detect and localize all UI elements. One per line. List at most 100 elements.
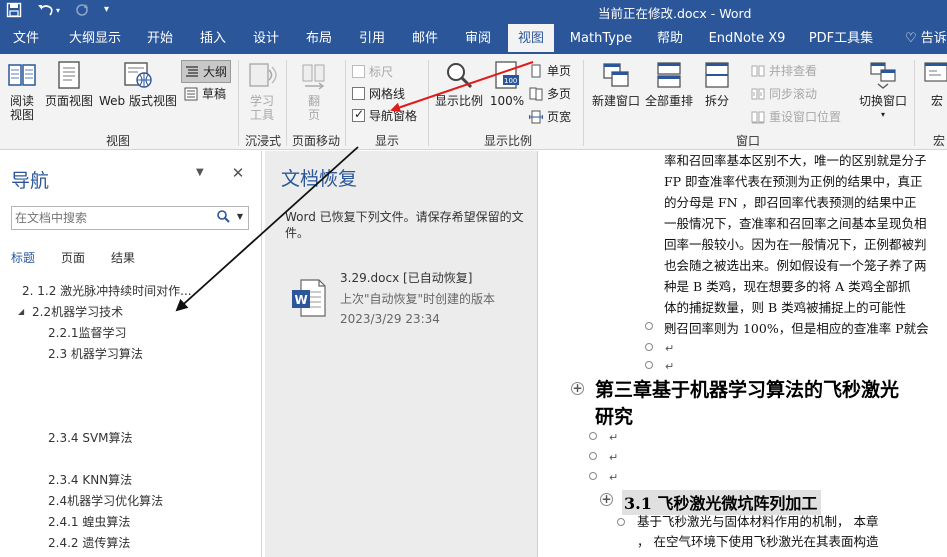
page-width-button[interactable]: 页宽 <box>529 108 571 125</box>
tab-mathtype[interactable]: MathType <box>566 24 636 54</box>
nav-options-dropdown-icon[interactable]: ▼ <box>196 167 204 182</box>
nav-heading-item[interactable]: 2.2.1监督学习 <box>48 324 127 341</box>
body-text-line: 种是 B 类鸡，现在想要多的将 A 类鸡全部抓 <box>664 279 911 294</box>
nav-heading-item[interactable]: 2.3 机器学习算法 <box>48 345 143 362</box>
split-button[interactable]: 拆分 <box>700 60 734 108</box>
tab-endnote[interactable]: EndNote X9 <box>704 24 790 54</box>
ruler-checkbox[interactable]: 标尺 <box>352 63 393 80</box>
side-by-side-label: 并排查看 <box>769 64 818 78</box>
search-options-dropdown-icon[interactable]: ▼ <box>237 212 243 221</box>
tab-pdf-tools[interactable]: PDF工具集 <box>804 24 878 54</box>
tab-review[interactable]: 审阅 <box>458 24 498 54</box>
tab-mailings[interactable]: 邮件 <box>405 24 445 54</box>
macros-label: 宏 <box>930 94 943 108</box>
web-layout-button[interactable]: Web 版式视图 <box>97 60 179 108</box>
views-group-label: 视图 <box>105 134 130 148</box>
chapter-heading-continued: 研究 <box>595 406 634 428</box>
nav-heading-item[interactable]: 2.2机器学习技术 <box>32 303 123 320</box>
nav-tab-headings[interactable]: 标题 <box>11 249 35 266</box>
nav-heading-item[interactable]: 2.4.1 蝗虫算法 <box>48 513 130 530</box>
macros-group-label: 宏 <box>932 134 945 148</box>
nav-search-box[interactable]: ▼ <box>11 206 249 230</box>
zoom-100-label: 100% <box>489 94 525 108</box>
tab-design[interactable]: 设计 <box>246 24 286 54</box>
search-icon[interactable] <box>217 210 230 227</box>
side-to-side-button[interactable]: 翻 页 <box>296 60 332 122</box>
redo-icon[interactable] <box>74 2 90 22</box>
customize-qat-icon[interactable]: ▾ <box>104 4 109 22</box>
nav-tab-results[interactable]: 结果 <box>111 249 135 266</box>
switch-window-button[interactable]: 切换窗口 ▾ <box>856 60 910 122</box>
web-layout-icon <box>124 62 152 88</box>
immersive-group-label: 沉浸式 <box>244 134 281 148</box>
draft-label: 草稿 <box>202 87 227 101</box>
read-mode-button[interactable]: 阅读 视图 <box>4 60 40 122</box>
collapse-triangle-icon[interactable]: ◢ <box>18 307 24 316</box>
split-label: 拆分 <box>704 94 729 108</box>
paragraph-mark: ↵ <box>665 321 675 334</box>
page-width-icon <box>529 110 543 123</box>
ruler-check-box[interactable] <box>352 65 365 78</box>
side-to-side-label: 翻 页 <box>307 94 320 122</box>
paragraph-mark: ↵ <box>609 431 619 444</box>
tab-outline[interactable]: 大纲显示 <box>62 24 128 54</box>
side-by-side-button[interactable]: 并排查看 <box>751 62 817 79</box>
ruler-label: 标尺 <box>369 65 394 79</box>
nav-pane-checkbox[interactable]: 导航窗格 <box>352 107 417 124</box>
nav-heading-item[interactable]: 2. 1.2 激光脉冲持续时间对作... <box>22 282 192 299</box>
undo-dropdown-icon[interactable]: ▾ <box>56 6 60 22</box>
switch-window-label: 切换窗口 <box>858 94 907 108</box>
list-bullet <box>589 472 597 480</box>
one-page-button[interactable]: 单页 <box>529 62 571 79</box>
arrange-all-button[interactable]: 全部重排 <box>644 60 694 108</box>
multi-page-button[interactable]: 多页 <box>529 85 571 102</box>
tab-home[interactable]: 开始 <box>140 24 180 54</box>
undo-icon[interactable] <box>36 2 54 22</box>
ribbon-view: 阅读 视图 页面视图 Web 版式视图 大纲 草稿 视图 学习 工具 沉浸式 翻… <box>0 54 947 150</box>
nav-heading-item[interactable]: 2.4机器学习优化算法 <box>48 492 163 509</box>
sync-scroll-button[interactable]: 同步滚动 <box>751 85 817 102</box>
print-layout-icon <box>58 61 80 89</box>
expand-heading-icon[interactable]: + <box>571 382 584 395</box>
gridlines-check-box[interactable] <box>352 87 365 100</box>
gridlines-checkbox[interactable]: 网格线 <box>352 85 405 102</box>
navigation-pane: 导航 ▼ ✕ ▼ 标题 页面 结果 2. 1.2 激光脉冲持续时间对作... ◢… <box>0 151 262 557</box>
nav-heading-item[interactable]: 2.3.4 KNN算法 <box>48 471 132 488</box>
zoom-button[interactable]: 显示比例 <box>433 60 485 108</box>
show-group-label: 显示 <box>374 134 399 148</box>
expand-heading-icon[interactable]: + <box>600 493 613 506</box>
print-layout-button[interactable]: 页面视图 <box>44 60 94 108</box>
learning-tools-button[interactable]: 学习 工具 <box>244 60 280 122</box>
tab-view[interactable]: 视图 <box>508 24 554 54</box>
save-icon[interactable] <box>6 2 22 22</box>
list-bullet <box>589 432 597 440</box>
new-window-button[interactable]: 新建窗口 <box>588 60 644 108</box>
paragraph-mark: ↵ <box>665 342 675 355</box>
ribbon-separator <box>345 60 346 146</box>
close-icon[interactable]: ✕ <box>232 164 245 182</box>
tell-me-box[interactable]: ♡ 告诉我 <box>905 24 947 54</box>
paragraph-mark: ↵ <box>665 360 675 373</box>
side-by-side-icon <box>751 65 765 76</box>
nav-search-input[interactable] <box>12 207 202 229</box>
nav-heading-item[interactable]: 2.4.2 遗传算法 <box>48 534 130 551</box>
reset-window-position-button[interactable]: 重设窗口位置 <box>751 108 841 125</box>
zoom-100-button[interactable]: 100 100% <box>489 60 525 108</box>
one-page-label: 单页 <box>547 64 572 78</box>
tab-layout[interactable]: 布局 <box>299 24 339 54</box>
macros-icon <box>924 62 947 82</box>
nav-pane-check-box[interactable] <box>352 107 365 122</box>
tab-insert[interactable]: 插入 <box>193 24 233 54</box>
tab-file[interactable]: 文件 <box>4 24 48 54</box>
tab-help[interactable]: 帮助 <box>650 24 690 54</box>
macros-button[interactable]: 宏 <box>922 60 947 108</box>
nav-heading-item[interactable]: 2.3.4 SVM算法 <box>48 429 133 446</box>
recovered-file-date: 2023/3/29 23:34 <box>340 312 440 326</box>
outline-button[interactable]: 大纲 <box>181 60 232 83</box>
nav-tab-pages[interactable]: 页面 <box>61 249 85 266</box>
switch-window-icon <box>870 62 896 89</box>
arrange-all-icon <box>657 62 681 88</box>
document-page[interactable]: 率和召回率基本区别不大，唯一的区别就是分子 FP 即查准率代表在预测为正例的结果… <box>539 151 947 557</box>
draft-button[interactable]: 草稿 <box>184 85 226 102</box>
tab-references[interactable]: 引用 <box>352 24 392 54</box>
